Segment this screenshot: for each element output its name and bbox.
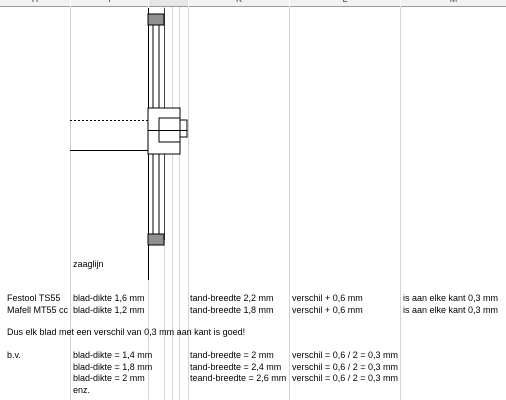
tooth-width[interactable]: tand-breedte 1,8 mm xyxy=(190,305,274,316)
saw-name[interactable]: Mafell MT55 cc xyxy=(7,305,68,316)
per-side[interactable]: is aan elke kant 0,3 mm xyxy=(403,293,498,304)
arbor-shaft xyxy=(70,120,149,151)
example-label[interactable]: b.v. xyxy=(7,350,21,361)
example-blade[interactable]: blad-dikte = 1,8 mm xyxy=(73,362,152,373)
blade-bottom-tooth xyxy=(147,233,165,246)
conclusion-text[interactable]: Dus elk blad met een verschil van 0,3 mm… xyxy=(7,327,245,338)
example-tooth[interactable]: tand-breedte = 2 mm xyxy=(190,350,274,361)
difference[interactable]: verschil + 0,6 mm xyxy=(292,293,363,304)
saw-name[interactable]: Festool TS55 xyxy=(7,293,60,304)
blade-thickness[interactable]: blad-dikte 1,2 mm xyxy=(73,305,145,316)
zaaglijn-label: zaaglijn xyxy=(73,259,104,269)
nut xyxy=(179,119,188,138)
example-diff[interactable]: verschil = 0,6 / 2 = 0,3 mm xyxy=(292,362,398,373)
difference[interactable]: verschil + 0,6 mm xyxy=(292,305,363,316)
per-side[interactable]: is aan elke kant 0,3 mm xyxy=(403,305,498,316)
saw-blade-drawing xyxy=(70,8,188,280)
example-blade[interactable]: blad-dikte = 1,4 mm xyxy=(73,350,152,361)
example-tooth[interactable]: teand-breedte = 2,6 mm xyxy=(190,373,286,384)
example-etc[interactable]: enz. xyxy=(73,385,90,396)
example-diff[interactable]: verschil = 0,6 / 2 = 0,3 mm xyxy=(292,350,398,361)
blade-thickness[interactable]: blad-dikte 1,6 mm xyxy=(73,293,145,304)
tooth-width[interactable]: tand-breedte 2,2 mm xyxy=(190,293,274,304)
blade-top-tooth xyxy=(147,13,165,26)
example-diff[interactable]: verschil = 0,6 / 2 = 0,3 mm xyxy=(292,373,398,384)
example-blade[interactable]: blad-dikte = 2 mm xyxy=(73,373,145,384)
example-tooth[interactable]: tand-breedte = 2,4 mm xyxy=(190,362,281,373)
